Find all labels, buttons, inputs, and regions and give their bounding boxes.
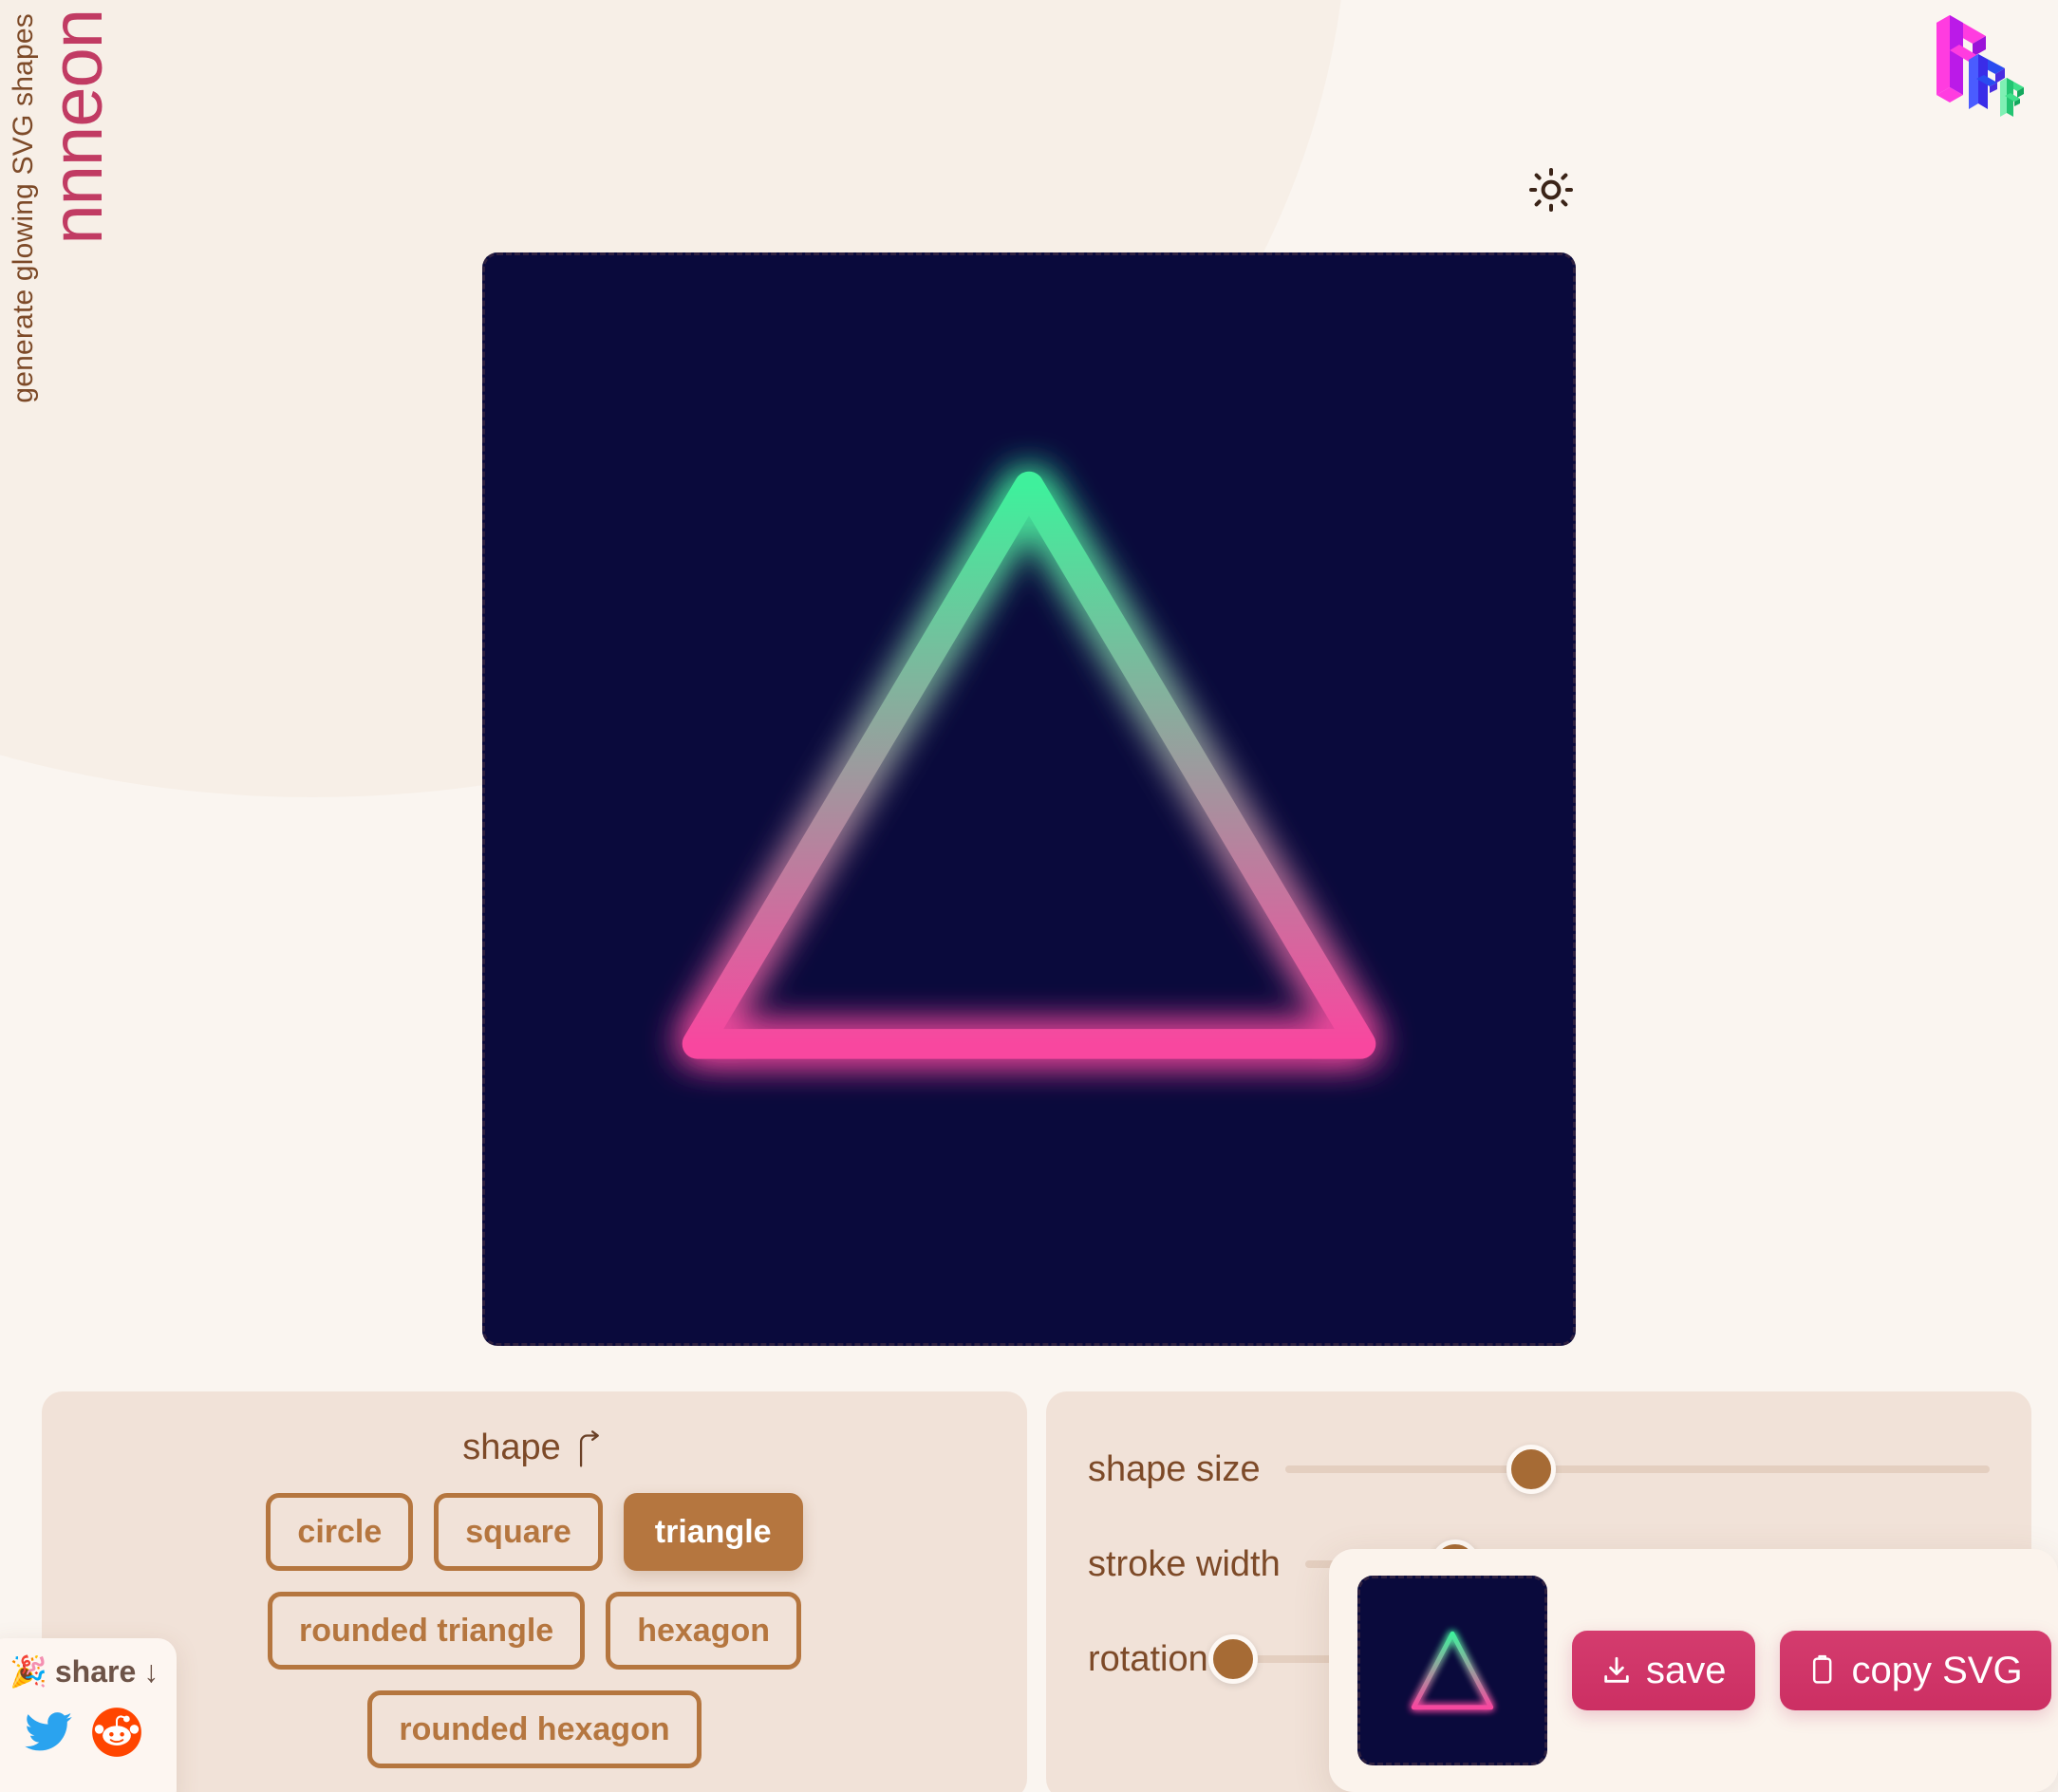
slider-thumb-rotation[interactable]: [1207, 1634, 1258, 1684]
logo-f-medium: [1969, 54, 2005, 109]
app-subtitle: generate glowing SVG shapes: [8, 13, 39, 403]
slider-row-shape-size: shape size: [1046, 1422, 2031, 1517]
slider-thumb-shape-size[interactable]: [1506, 1445, 1557, 1494]
party-popper-icon: 🎉: [9, 1654, 47, 1689]
shape-option-hexagon[interactable]: hexagon: [606, 1592, 802, 1670]
save-button[interactable]: save: [1572, 1631, 1755, 1710]
download-icon: [1604, 1656, 1629, 1683]
shape-options-list: circle square triangle rounded triangle …: [42, 1493, 1027, 1768]
save-button-label: save: [1646, 1649, 1727, 1691]
shape-option-square[interactable]: square: [434, 1493, 603, 1571]
curved-arrow-icon: [579, 1429, 599, 1467]
slider-label-shape-size: shape size: [1088, 1448, 1261, 1489]
slider-label-rotation: rotation: [1088, 1638, 1208, 1679]
shape-option-circle[interactable]: circle: [266, 1493, 414, 1571]
twitter-icon[interactable]: [23, 1707, 74, 1758]
copy-svg-button[interactable]: copy SVG: [1779, 1631, 2051, 1710]
shape-panel-header: shape: [42, 1428, 1027, 1468]
share-icon-list: [9, 1707, 163, 1758]
shape-panel: shape circle square triangle rounded tri…: [42, 1391, 1027, 1792]
clipboard-icon: [1812, 1654, 1831, 1684]
branding: generate glowing SVG shapes nnneon: [0, 0, 118, 403]
neon-triangle-thumb: [1411, 1631, 1494, 1710]
slider-label-stroke-width: stroke width: [1088, 1543, 1281, 1584]
share-header: 🎉 share ↓: [9, 1653, 163, 1689]
shape-option-triangle[interactable]: triangle: [623, 1493, 803, 1571]
copy-svg-button-label: copy SVG: [1851, 1649, 2023, 1691]
logo-f-small: [2000, 78, 2024, 117]
shape-canvas[interactable]: [482, 252, 1576, 1346]
shape-option-rounded-hexagon[interactable]: rounded hexagon: [367, 1690, 702, 1768]
reddit-icon[interactable]: [91, 1707, 142, 1758]
theme-toggle-button[interactable]: [1525, 163, 1578, 216]
shape-preview[interactable]: [1357, 1576, 1547, 1765]
export-card: save copy SVG: [1329, 1549, 2058, 1792]
sun-icon: [1529, 168, 1573, 212]
share-widget: 🎉 share ↓: [0, 1638, 177, 1792]
down-arrow-icon: ↓: [143, 1653, 159, 1689]
shape-option-rounded-triangle[interactable]: rounded triangle: [267, 1592, 586, 1670]
share-label: share: [54, 1653, 137, 1689]
page-title: nnneon: [37, 9, 118, 245]
neon-triangle: [682, 471, 1376, 1059]
fff-logo[interactable]: [1931, 8, 2035, 121]
shape-panel-label: shape: [462, 1428, 561, 1467]
slider-track-shape-size[interactable]: [1284, 1445, 1990, 1494]
